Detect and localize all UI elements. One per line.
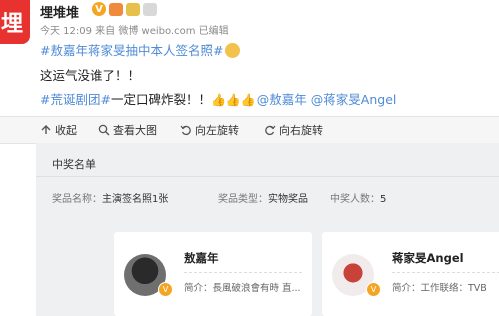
image-toolbar: 收起 查看大图 向左旋转 向右旋转 <box>0 116 499 144</box>
author-name[interactable]: 埋堆堆 <box>40 2 79 21</box>
winner-name[interactable]: 敖嘉年 <box>184 250 219 266</box>
post-text-line-3: #荒诞剧团#一定口碑炸裂！！👍👍👍@敖嘉年 @蒋家旻Angel <box>40 89 396 108</box>
v-verified-icon: V <box>92 2 106 16</box>
post-text-line: 这运气没谁了！！ <box>40 68 141 83</box>
divider <box>392 272 499 274</box>
crown-badge-icon <box>143 2 157 16</box>
divider <box>184 272 302 274</box>
collapse-label: 收起 <box>55 124 77 137</box>
thumbs-up-icon: 👍👍👍 <box>210 93 256 107</box>
hashtag-link[interactable]: #敖嘉年蒋家旻抽中本人签名照# <box>40 43 223 58</box>
edited-label: 已编辑 <box>198 26 229 37</box>
winner-card[interactable]: V 敖嘉年 简介：長風破浪會有時 直... <box>114 232 312 316</box>
rotate-left-label: 向左旋转 <box>195 124 239 137</box>
mention-link-2[interactable]: @蒋家旻Angel <box>311 92 397 107</box>
winner-card[interactable]: V 蒋家旻Angel 简介：工作联络：TVB <box>322 232 499 316</box>
prize-type-value: 实物奖品 <box>268 194 308 205</box>
prize-name-value: 主演签名照1张 <box>102 194 169 205</box>
rotate-right-button[interactable]: 向右旋转 <box>264 122 323 138</box>
rotate-right-icon <box>265 125 276 136</box>
avatar-glyph: 埋 <box>0 12 23 37</box>
collapse-button[interactable]: 收起 <box>40 122 77 138</box>
post-time[interactable]: 今天 12:09 来自 微博 weibo.com <box>40 26 195 37</box>
rotate-left-button[interactable]: 向左旋转 <box>180 122 239 138</box>
magnifier-icon <box>98 124 110 136</box>
author-avatar[interactable]: 埋 <box>0 0 30 44</box>
view-large-button[interactable]: 查看大图 <box>98 122 157 138</box>
winners-count-info: 中奖人数：5 <box>330 190 386 205</box>
winner-bio: 简介：長風破浪會有時 直... <box>184 283 301 294</box>
winner-bio: 简介：工作联络：TVB <box>392 283 487 294</box>
winners-count-label: 中奖人数： <box>330 194 380 205</box>
winners-count-value: 5 <box>380 194 387 205</box>
post-meta: 今天 12:09 来自 微博 weibo.com 已编辑 <box>40 22 229 37</box>
rotate-left-icon <box>180 125 191 136</box>
view-large-label: 查看大图 <box>113 124 157 137</box>
rotate-right-label: 向右旋转 <box>279 124 323 137</box>
level-badge-icon <box>126 2 140 16</box>
prize-type-label: 奖品类型： <box>218 194 268 205</box>
winners-list-title: 中奖名单 <box>52 158 96 171</box>
v-verified-icon: V <box>158 282 173 297</box>
collapse-icon <box>41 125 51 134</box>
author-badges: V <box>92 2 157 16</box>
prize-name-label: 奖品名称： <box>52 194 102 205</box>
doge-emoji-icon <box>225 43 241 58</box>
member-badge-icon <box>109 2 123 16</box>
prize-type-info: 奖品类型：实物奖品 <box>218 190 308 205</box>
post-text: 一定口碑炸裂！！ <box>110 92 211 107</box>
winner-name[interactable]: 蒋家旻Angel <box>392 250 464 266</box>
mention-link-1[interactable]: @敖嘉年 <box>257 92 307 107</box>
post-hashtag-line: #敖嘉年蒋家旻抽中本人签名照# <box>40 40 241 59</box>
prize-name-info: 奖品名称：主演签名照1张 <box>52 190 168 205</box>
hashtag-link-2[interactable]: #荒诞剧团# <box>40 92 111 107</box>
weibo-post: 埋 埋堆堆 V 今天 12:09 来自 微博 weibo.com 已编辑 #敖嘉… <box>0 0 499 112</box>
divider <box>36 176 499 177</box>
v-verified-icon: V <box>366 282 381 297</box>
